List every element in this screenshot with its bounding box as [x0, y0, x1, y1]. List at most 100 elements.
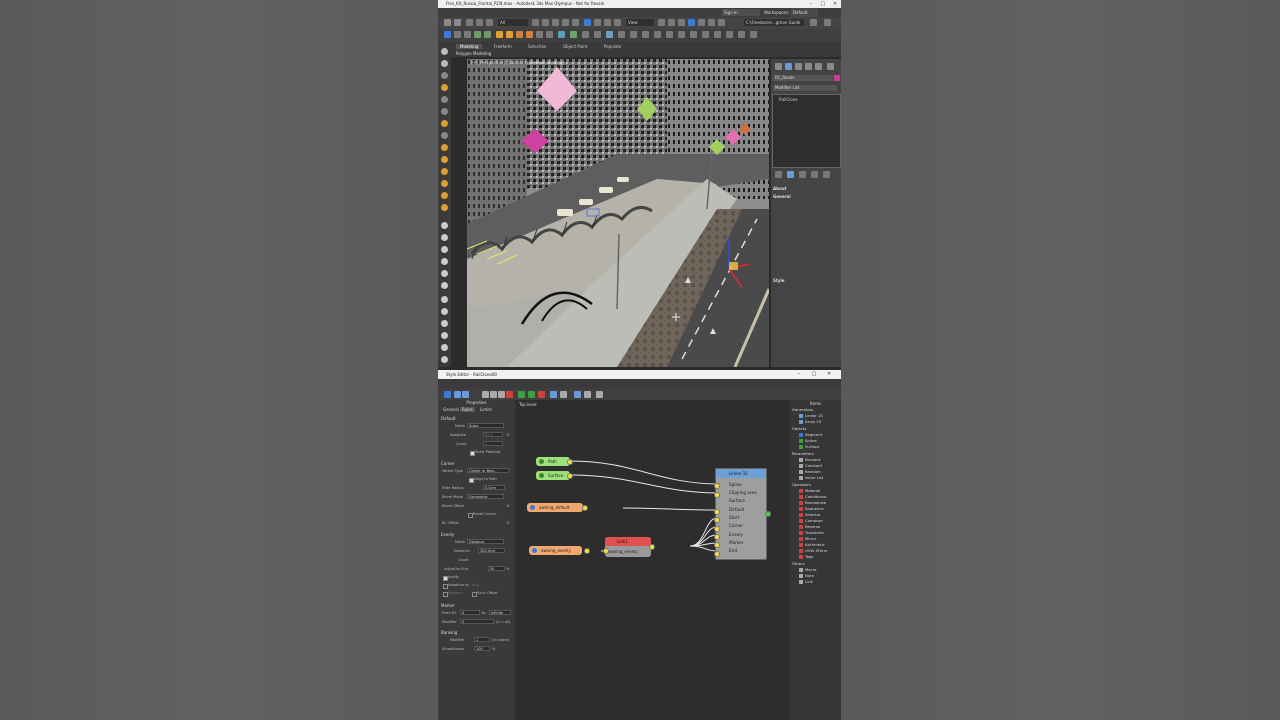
container-icon[interactable]	[702, 31, 709, 38]
item-link[interactable]: Link	[799, 579, 813, 584]
item-surface[interactable]: Surface	[799, 444, 819, 449]
smoothness-input[interactable]: 100	[474, 646, 490, 651]
railclone-icon[interactable]	[606, 31, 613, 38]
item-note[interactable]: Note	[799, 573, 814, 578]
linear-input-end[interactable]: End	[716, 547, 766, 555]
object-color-swatch[interactable]	[834, 75, 840, 81]
layers-icon[interactable]	[474, 31, 481, 38]
linear-input-marker[interactable]: Marker	[716, 539, 766, 547]
modifier-stack[interactable]: RailClone	[772, 94, 841, 168]
awning-evenly-output-port[interactable]	[584, 548, 590, 554]
maximize-button[interactable]: □	[817, 0, 829, 8]
configure-sets-icon[interactable]	[823, 171, 830, 178]
adaptive-to-value[interactable]: Any	[472, 583, 479, 587]
material-editor-icon[interactable]	[516, 31, 523, 38]
se-stop-icon[interactable]	[538, 391, 545, 398]
viewport-label[interactable]: [+] [Perspective] [Standard] [Default Sh…	[471, 60, 564, 65]
linear-input-evenly[interactable]: Evenly	[716, 531, 766, 539]
light-spot-icon[interactable]	[441, 180, 448, 187]
se-refresh-icon[interactable]	[574, 391, 581, 398]
modifier-list-dropdown[interactable]: Modifier List	[773, 85, 837, 91]
spinner-snap-icon[interactable]	[718, 19, 725, 26]
smooth-icon[interactable]	[441, 344, 448, 351]
linear-generator-node[interactable]: Linear 1S Spline Clipping area Surface D…	[715, 468, 767, 560]
se-filter-icon[interactable]	[550, 391, 557, 398]
linear-output-port[interactable]	[765, 511, 771, 517]
swift-loop-icon[interactable]	[441, 222, 448, 229]
se-undo-icon[interactable]	[454, 391, 461, 398]
workspaces-dropdown[interactable]: Default	[791, 8, 818, 17]
select-tool-icon[interactable]	[441, 48, 448, 55]
daylight-icon[interactable]	[441, 204, 448, 211]
motion-tab-icon[interactable]	[805, 63, 812, 70]
scatter-icon[interactable]	[750, 31, 757, 38]
mode-dropdown[interactable]: Scale	[467, 423, 504, 428]
item-numeric[interactable]: Numeric	[799, 457, 821, 462]
paint-select-icon[interactable]	[441, 60, 448, 67]
sphere-icon[interactable]	[441, 108, 448, 115]
style-editor-close[interactable]: ✕	[823, 370, 835, 379]
loft-icon[interactable]	[738, 31, 745, 38]
bevel-mode-dropdown[interactable]: Symmetric	[467, 494, 504, 499]
systems-icon[interactable]	[678, 31, 685, 38]
light-omni-icon[interactable]	[441, 168, 448, 175]
placement-icon[interactable]	[614, 19, 621, 26]
linear-input-start[interactable]: Start	[716, 514, 766, 522]
item-random[interactable]: Random	[799, 469, 821, 474]
relax-icon[interactable]	[441, 308, 448, 315]
shape-icon[interactable]	[441, 296, 448, 303]
render-in-cloud-icon[interactable]	[570, 31, 577, 38]
bind-spacewarp-icon[interactable]	[486, 19, 493, 26]
props-tab-general[interactable]: General	[441, 407, 461, 412]
stack-item-railclone[interactable]: RailClone	[779, 97, 798, 102]
distance-input[interactable]: 300.0cm	[478, 548, 505, 553]
se-duplicate-icon[interactable]	[498, 391, 505, 398]
ribbon-tab-populate[interactable]: Populate	[604, 44, 621, 49]
linear-port-start[interactable]	[714, 517, 720, 523]
rollout-general[interactable]: General	[773, 194, 791, 199]
create-tab-icon[interactable]	[775, 63, 782, 70]
selection-filter-dropdown[interactable]: All	[498, 19, 528, 26]
item-spline[interactable]: Spline	[799, 438, 817, 443]
link-icon[interactable]	[466, 19, 473, 26]
item-transform[interactable]: Transform	[799, 530, 824, 535]
linear-input-surface[interactable]: Surface	[716, 497, 766, 505]
item-selector[interactable]: Selector	[799, 512, 821, 517]
select-object-icon[interactable]	[532, 19, 539, 26]
chamfer-icon[interactable]	[441, 282, 448, 289]
style-editor-maximize[interactable]: □	[808, 370, 820, 379]
se-delete-icon[interactable]	[506, 391, 513, 398]
rollout-about[interactable]: About	[773, 186, 786, 191]
path-node[interactable]: Path	[536, 457, 570, 466]
se-paste-icon[interactable]	[490, 391, 497, 398]
se-grid-icon[interactable]	[584, 391, 591, 398]
vertex-type-dropdown[interactable]: Corner or Bezi...	[467, 468, 509, 473]
pivot-icon[interactable]	[658, 19, 665, 26]
linear-port-end[interactable]	[714, 551, 720, 557]
align-icon[interactable]	[464, 31, 471, 38]
linear-port-evenly[interactable]	[714, 534, 720, 540]
props-tab-limits[interactable]: Limits	[478, 407, 494, 412]
linear-port-corner[interactable]	[714, 526, 720, 532]
linear-port-spline[interactable]	[714, 483, 720, 489]
project-path-field[interactable]: C:\Freelance\...gmon Guide	[744, 19, 804, 26]
rollout-style[interactable]: Style	[773, 278, 784, 283]
keyboard-shortcut-icon[interactable]	[678, 19, 685, 26]
adaptive-input[interactable]: 50.0	[483, 432, 503, 437]
modify-tab-icon[interactable]	[785, 63, 792, 70]
target-weld-icon[interactable]	[441, 332, 448, 339]
group-parameters[interactable]: Parameters	[792, 451, 814, 456]
sun-icon[interactable]	[441, 192, 448, 199]
reference-coordinate-dropdown[interactable]: View	[626, 19, 654, 26]
bulb-icon[interactable]	[690, 31, 697, 38]
named-selection-icon[interactable]	[444, 31, 451, 38]
adjust-to-end-input[interactable]: 50	[488, 566, 505, 571]
torus-icon[interactable]	[441, 156, 448, 163]
display-tab-icon[interactable]	[815, 63, 822, 70]
link1-output-port[interactable]	[649, 544, 655, 550]
object-name-field[interactable]: RC_Roads	[773, 75, 833, 81]
item-material[interactable]: Material	[799, 488, 820, 493]
render-setup-icon[interactable]	[526, 31, 533, 38]
expand-toolbar-icon[interactable]	[810, 19, 817, 26]
render-production-icon[interactable]	[546, 31, 553, 38]
